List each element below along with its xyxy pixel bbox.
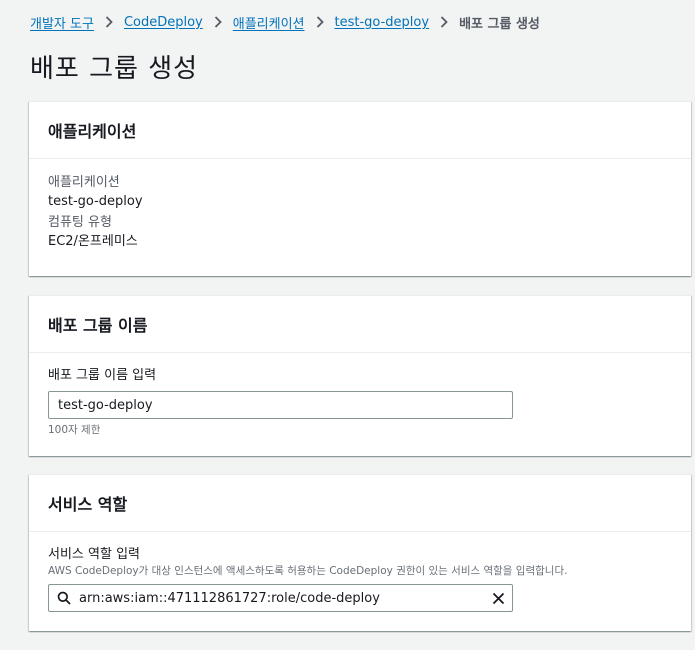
application-value: test-go-deploy: [48, 194, 143, 209]
search-icon: [49, 591, 79, 605]
service-role-panel-body: 서비스 역할 입력 AWS CodeDeploy가 대상 인스턴스에 액세스하도…: [29, 532, 691, 631]
breadcrumb-item-codedeploy[interactable]: CodeDeploy: [124, 15, 203, 30]
deployment-group-name-input[interactable]: test-go-deploy: [48, 391, 513, 419]
service-role-label: 서비스 역할 입력: [48, 547, 140, 562]
panel-header: 배포 그룹 이름: [29, 296, 691, 353]
application-panel: 애플리케이션 애플리케이션 test-go-deploy 컴퓨팅 유형 EC2/…: [29, 101, 691, 276]
panel-header: 서비스 역할: [29, 475, 691, 532]
breadcrumb-item-applications[interactable]: 애플리케이션: [233, 13, 305, 32]
service-role-input[interactable]: arn:aws:iam::471112861727:role/code-depl…: [48, 584, 513, 612]
service-role-description: AWS CodeDeploy가 대상 인스턴스에 액세스하도록 허용하는 Cod…: [48, 565, 568, 577]
deployment-group-name-panel-body: 배포 그룹 이름 입력 test-go-deploy 100자 제한: [29, 353, 691, 456]
chevron-right-icon: [203, 16, 233, 28]
deployment-group-name-label: 배포 그룹 이름 입력: [48, 368, 157, 383]
deployment-group-name-value: test-go-deploy: [58, 397, 153, 413]
application-key: 애플리케이션: [48, 175, 120, 190]
page-title: 배포 그룹 생성: [30, 54, 199, 84]
breadcrumb: 개발자 도구 CodeDeploy 애플리케이션 test-go-deploy …: [30, 13, 540, 32]
breadcrumb-current: 배포 그룹 생성: [459, 16, 540, 32]
chevron-right-icon: [94, 16, 124, 28]
service-role-panel: 서비스 역할 서비스 역할 입력 AWS CodeDeploy가 대상 인스턴스…: [29, 474, 691, 631]
chevron-right-icon: [305, 16, 335, 28]
application-panel-title: 애플리케이션: [48, 122, 137, 141]
chevron-right-icon: [429, 16, 459, 28]
clear-icon[interactable]: [484, 592, 512, 605]
service-role-value: arn:aws:iam::471112861727:role/code-depl…: [79, 590, 380, 606]
deployment-group-name-constraint: 100자 제한: [48, 424, 101, 436]
service-role-panel-title: 서비스 역할: [48, 495, 128, 514]
breadcrumb-item-application[interactable]: test-go-deploy: [335, 15, 430, 30]
page: 개발자 도구 CodeDeploy 애플리케이션 test-go-deploy …: [0, 0, 695, 650]
deployment-group-name-panel: 배포 그룹 이름 배포 그룹 이름 입력 test-go-deploy 100자…: [29, 295, 691, 456]
breadcrumb-item-developer-tools[interactable]: 개발자 도구: [30, 13, 94, 32]
deployment-group-name-panel-title: 배포 그룹 이름: [48, 316, 148, 335]
compute-platform-value: EC2/온프레미스: [48, 234, 138, 249]
panel-header: 애플리케이션: [29, 102, 691, 159]
application-panel-body: 애플리케이션 test-go-deploy 컴퓨팅 유형 EC2/온프레미스: [29, 159, 691, 251]
compute-platform-key: 컴퓨팅 유형: [48, 215, 112, 230]
